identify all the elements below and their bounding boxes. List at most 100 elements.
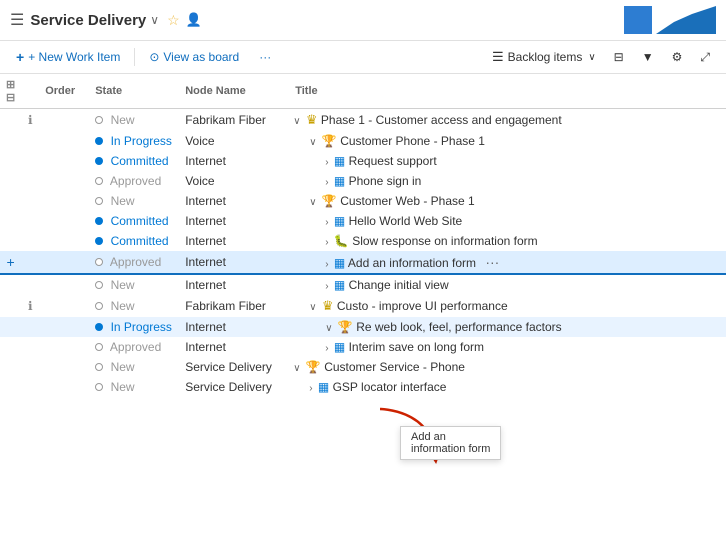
order-cell <box>39 295 89 317</box>
tooltip-line2: information form <box>411 443 490 455</box>
table-header-row: ⊞ ⊟ Order State Node Name Title <box>0 74 726 109</box>
table-row[interactable]: Approved Voice › ▦ Phone sign in <box>0 171 726 191</box>
table-row[interactable]: Committed Internet › ▦ Request support <box>0 151 726 171</box>
state-cell: Committed <box>89 231 179 251</box>
col-plus-header: ⊞ ⊟ <box>0 74 21 109</box>
state-label: New <box>111 380 135 394</box>
bug-icon: 🐛 <box>334 234 349 248</box>
star-icon[interactable]: ☆ <box>167 12 180 29</box>
table-row[interactable]: New Service Delivery › ▦ GSP locator int… <box>0 377 726 397</box>
add-cell[interactable]: + <box>0 251 21 274</box>
state-cell: Committed <box>89 151 179 171</box>
title-cell[interactable]: ∨ ♛ Custo - improve UI performance <box>289 295 726 317</box>
view-as-board-button[interactable]: ⊙ View as board <box>143 47 245 67</box>
expand-arrow[interactable]: › <box>325 217 328 228</box>
view-as-board-label: View as board <box>163 50 239 64</box>
more-options-button[interactable]: ··· <box>253 47 277 67</box>
title-cell[interactable]: › ▦ GSP locator interface <box>289 377 726 397</box>
title-chevron[interactable]: ∨ <box>150 13 159 27</box>
page-title: Service Delivery <box>30 12 146 29</box>
add-cell <box>0 231 21 251</box>
state-label: In Progress <box>111 134 172 148</box>
expand-arrow[interactable]: › <box>325 177 328 188</box>
state-label: New <box>111 194 135 208</box>
expand-arrow[interactable]: › <box>309 383 312 394</box>
table-row[interactable]: In Progress Internet ∨ 🏆 Re web look, fe… <box>0 317 726 337</box>
state-dot <box>95 343 103 351</box>
board-icon: ▦ <box>334 214 345 228</box>
info-cell <box>21 274 39 295</box>
new-work-item-label: + New Work Item <box>28 50 120 64</box>
state-cell: New <box>89 295 179 317</box>
expand-arrow[interactable]: ∨ <box>309 302 316 313</box>
table-row[interactable]: ℹ New Fabrikam Fiber ∨ ♛ Custo - improve… <box>0 295 726 317</box>
expand-arrow[interactable]: ∨ <box>325 323 332 334</box>
title-text: Phone sign in <box>349 174 422 188</box>
backlog-items-button[interactable]: ☰ Backlog items ∨ <box>486 46 602 68</box>
board-icon: ▦ <box>334 154 345 168</box>
title-cell[interactable]: ∨ 🏆 Customer Service - Phone <box>289 357 726 377</box>
title-cell[interactable]: › ▦ Hello World Web Site <box>289 211 726 231</box>
expand-arrow[interactable]: ∨ <box>309 137 316 148</box>
title-cell[interactable]: › 🐛 Slow response on information form <box>289 231 726 251</box>
board-icon: ⊙ <box>149 50 159 64</box>
title-cell[interactable]: › ▦ Phone sign in <box>289 171 726 191</box>
state-dot <box>95 258 103 266</box>
node-cell: Internet <box>179 274 289 295</box>
title-cell[interactable]: › ▦ Interim save on long form <box>289 337 726 357</box>
state-label: Committed <box>111 234 169 248</box>
people-icon[interactable]: 👤 <box>186 12 202 28</box>
state-label: In Progress <box>111 320 172 334</box>
state-dot <box>95 197 103 205</box>
settings-button[interactable]: ⚙ <box>666 47 689 67</box>
crown-icon: ♛ <box>306 112 318 127</box>
plus-icon: + <box>16 49 24 65</box>
table-row[interactable]: Approved Internet › ▦ Interim save on lo… <box>0 337 726 357</box>
view-settings-button[interactable]: ⊟ <box>608 47 630 67</box>
avatar-blue <box>624 6 652 34</box>
title-text: Change initial view <box>349 278 449 292</box>
expand-arrow[interactable]: › <box>325 237 328 248</box>
title-cell[interactable]: ∨ 🏆 Customer Phone - Phase 1 <box>289 131 726 151</box>
info-cell <box>21 317 39 337</box>
col-state-header: State <box>89 74 179 109</box>
trophy-icon: 🏆 <box>322 194 337 208</box>
tooltip-popup: Add an information form <box>400 426 501 460</box>
title-cell[interactable]: › ▦ Add an information form ··· <box>289 251 726 274</box>
table-row[interactable]: New Internet › ▦ Change initial view <box>0 274 726 295</box>
order-cell <box>39 109 89 132</box>
expand-arrow[interactable]: › <box>325 281 328 292</box>
expand-arrow[interactable]: › <box>325 259 328 270</box>
title-cell[interactable]: ∨ ♛ Phase 1 - Customer access and engage… <box>289 109 726 132</box>
expand-button[interactable]: ⤢ <box>694 47 716 68</box>
board-icon: ▦ <box>334 256 345 270</box>
expand-arrow[interactable]: › <box>325 157 328 168</box>
state-label: Committed <box>111 214 169 228</box>
title-cell[interactable]: ∨ 🏆 Customer Web - Phase 1 <box>289 191 726 211</box>
order-cell <box>39 191 89 211</box>
info-cell <box>21 337 39 357</box>
row-ellipsis-button[interactable]: ··· <box>485 254 499 270</box>
title-text: GSP locator interface <box>333 380 447 394</box>
new-work-item-button[interactable]: + + New Work Item <box>10 46 126 68</box>
state-label: New <box>111 360 135 374</box>
title-cell[interactable]: ∨ 🏆 Re web look, feel, performance facto… <box>289 317 726 337</box>
order-cell <box>39 357 89 377</box>
expand-arrow[interactable]: ∨ <box>293 363 300 374</box>
state-label: Committed <box>111 154 169 168</box>
expand-arrow[interactable]: ∨ <box>293 116 300 127</box>
expand-arrow[interactable]: › <box>325 343 328 354</box>
table-row[interactable]: In Progress Voice ∨ 🏆 Customer Phone - P… <box>0 131 726 151</box>
table-row[interactable]: + Approved Internet › ▦ Add an informati… <box>0 251 726 274</box>
title-cell[interactable]: › ▦ Change initial view <box>289 274 726 295</box>
table-row[interactable]: ℹ New Fabrikam Fiber ∨ ♛ Phase 1 - Custo… <box>0 109 726 132</box>
table-row[interactable]: Committed Internet › ▦ Hello World Web S… <box>0 211 726 231</box>
filter-button[interactable]: ▼ <box>636 47 660 67</box>
expand-arrow[interactable]: ∨ <box>309 197 316 208</box>
table-row[interactable]: Committed Internet › 🐛 Slow response on … <box>0 231 726 251</box>
table-row[interactable]: New Internet ∨ 🏆 Customer Web - Phase 1 <box>0 191 726 211</box>
title-cell[interactable]: › ▦ Request support <box>289 151 726 171</box>
state-cell: Approved <box>89 251 179 274</box>
table-row[interactable]: New Service Delivery ∨ 🏆 Customer Servic… <box>0 357 726 377</box>
info-cell <box>21 131 39 151</box>
